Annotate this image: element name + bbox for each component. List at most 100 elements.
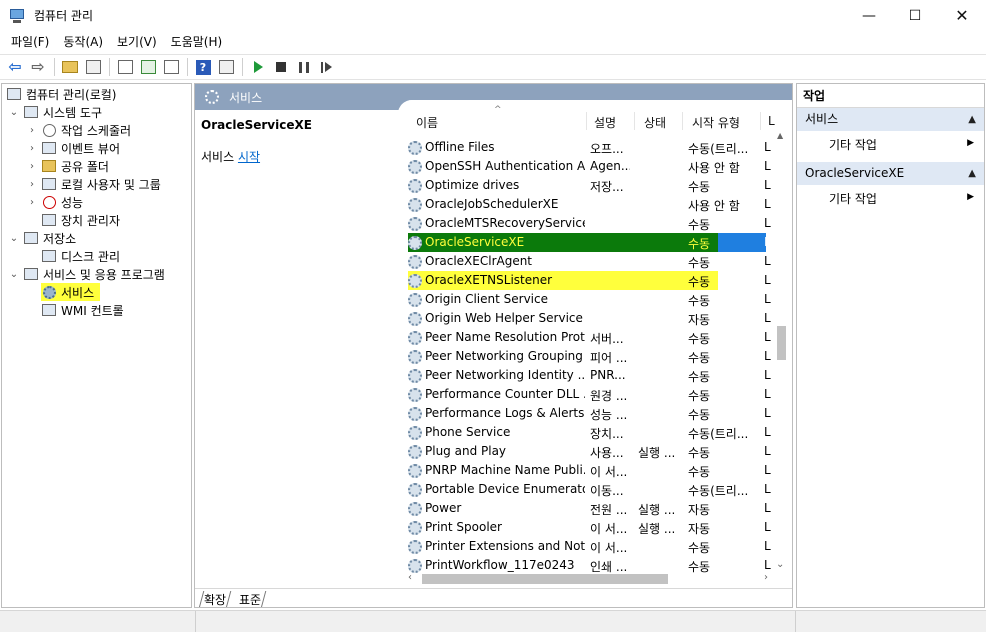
table-row[interactable]: OracleJobSchedulerXE 사용 안 함L: [408, 195, 771, 214]
menu-file[interactable]: 파일(F): [4, 31, 56, 53]
table-row[interactable]: Plug and Play 사용... 실행 ... 수동 L: [408, 442, 771, 461]
column-startup-type[interactable]: 시작 유형: [692, 114, 740, 131]
table-row[interactable]: Peer Name Resolution Prot... 서버... 수동 L: [408, 328, 771, 347]
tree-item-root[interactable]: 컴퓨터 관리(로컬): [6, 85, 116, 103]
up-folder-button[interactable]: [59, 56, 81, 78]
tab-extended[interactable]: 확장: [198, 591, 232, 607]
scroll-up-icon[interactable]: ▲: [777, 131, 783, 140]
table-row[interactable]: Offline Files 오프... 수동(트리... L: [408, 138, 771, 157]
table-row[interactable]: Printer Extensions and Noti... 이 서... 수동 L: [408, 537, 771, 556]
table-row[interactable]: Portable Device Enumerato... 이동... 수동(트리..…: [408, 480, 771, 499]
tree-item-device-manager[interactable]: 장치 관리자: [41, 211, 120, 229]
tree-item-wmi[interactable]: WMI 컨트롤: [41, 301, 124, 319]
chevron-right-icon[interactable]: ›: [26, 161, 38, 172]
column-name[interactable]: 이름: [416, 114, 438, 131]
tree-item-system-tools[interactable]: ⌄ 시스템 도구: [8, 103, 102, 121]
gear-icon: [408, 388, 422, 402]
menu-action[interactable]: 동작(A): [56, 31, 110, 53]
tree-item-storage[interactable]: ⌄ 저장소: [8, 229, 76, 247]
forward-button[interactable]: ⇨: [27, 56, 49, 78]
show-action-pane-button[interactable]: [215, 56, 237, 78]
table-row[interactable]: Peer Networking Identity ... PNR... 수동 L: [408, 366, 771, 385]
table-row[interactable]: Optimize drives 저장... 수동 L: [408, 176, 771, 195]
chevron-down-icon[interactable]: ⌄: [8, 107, 20, 118]
tree-item-shared-folders[interactable]: › 공유 폴더: [26, 157, 109, 175]
window-title: 컴퓨터 관리: [34, 9, 94, 23]
start-service-button[interactable]: [247, 56, 269, 78]
scroll-left-icon[interactable]: ‹: [408, 572, 412, 583]
service-action-prefix: 서비스: [201, 150, 238, 164]
help-button[interactable]: ?: [192, 56, 214, 78]
chevron-down-icon[interactable]: ⌄: [8, 269, 20, 280]
minimize-button[interactable]: —: [846, 0, 892, 31]
tree-item-local-users[interactable]: › 로컬 사용자 및 그룹: [26, 175, 161, 193]
table-row[interactable]: OracleXEClrAgent 수동 L: [408, 252, 771, 271]
show-hide-tree-button[interactable]: [82, 56, 104, 78]
table-row[interactable]: Peer Networking Grouping 피어 ... 수동 L: [408, 347, 771, 366]
column-logon[interactable]: L: [768, 114, 775, 128]
table-row[interactable]: Performance Counter DLL ... 원경 ... 수동 L: [408, 385, 771, 404]
column-divider[interactable]: [634, 112, 635, 130]
chevron-right-icon[interactable]: ›: [26, 143, 38, 154]
table-row[interactable]: Origin Client Service 수동 L: [408, 290, 771, 309]
table-row[interactable]: PNRP Machine Name Publi... 이 서... 수동 L: [408, 461, 771, 480]
scroll-down-icon[interactable]: ⌄: [776, 559, 784, 570]
tree-item-event-viewer[interactable]: › 이벤트 뷰어: [26, 139, 120, 157]
tree-item-disk-management[interactable]: 디스크 관리: [41, 247, 120, 265]
column-divider[interactable]: [682, 112, 683, 130]
table-row[interactable]: Power 전원 ... 실행 ... 자동 L: [408, 499, 771, 518]
column-status[interactable]: 상태: [644, 114, 666, 131]
scroll-right-icon[interactable]: ›: [764, 572, 768, 583]
scroll-thumb[interactable]: [422, 574, 668, 584]
column-divider[interactable]: [760, 112, 761, 130]
actions-section-services[interactable]: 서비스 ▲: [797, 108, 984, 131]
start-service-link[interactable]: 시작: [238, 150, 260, 164]
properties-button[interactable]: [114, 56, 136, 78]
table-row[interactable]: OpenSSH Authentication A... Agen... 사용 안 함…: [408, 157, 771, 176]
collapse-icon[interactable]: ▲: [968, 108, 976, 131]
table-row[interactable]: OracleXETNSListener 수동 L: [408, 271, 771, 290]
service-startup-type: 수동(트리...: [688, 484, 749, 498]
table-row[interactable]: Print Spooler 이 서... 실행 ... 자동 L: [408, 518, 771, 537]
close-button[interactable]: ✕: [938, 0, 986, 31]
pause-service-button[interactable]: [293, 56, 315, 78]
tree-item-services[interactable]: 서비스: [41, 283, 101, 301]
maximize-button[interactable]: ☐: [892, 0, 938, 31]
tree-item-task-scheduler[interactable]: › 작업 스케줄러: [26, 121, 131, 139]
table-row[interactable]: Origin Web Helper Service 자동 L: [408, 309, 771, 328]
scroll-thumb[interactable]: [777, 326, 786, 360]
table-row[interactable]: Phone Service 장치... 수동(트리... L: [408, 423, 771, 442]
chevron-right-icon[interactable]: ›: [26, 197, 38, 208]
tree-item-services-apps[interactable]: ⌄ 서비스 및 응용 프로그램: [8, 265, 165, 283]
chevron-right-icon[interactable]: ›: [26, 125, 38, 136]
action-more-actions[interactable]: 기타 작업: [829, 190, 877, 207]
service-startup-type: 자동: [688, 313, 711, 327]
collapse-icon[interactable]: ▲: [968, 162, 976, 185]
horizontal-scrollbar[interactable]: ‹ ›: [408, 570, 768, 587]
column-divider[interactable]: [586, 112, 587, 130]
export-list-button[interactable]: [160, 56, 182, 78]
column-description[interactable]: 설명: [594, 114, 616, 131]
tab-standard[interactable]: 표준: [234, 591, 267, 607]
actions-section-oracle[interactable]: OracleServiceXE ▲: [797, 162, 984, 185]
refresh-button[interactable]: [137, 56, 159, 78]
restart-service-button[interactable]: [316, 56, 338, 78]
table-row[interactable]: OracleServiceXE 수동 L: [408, 233, 771, 252]
vertical-scrollbar[interactable]: ▲ ⌄: [773, 130, 790, 570]
gear-icon: [408, 160, 422, 174]
action-more-actions[interactable]: 기타 작업: [829, 136, 877, 153]
back-button[interactable]: ⇦: [4, 56, 26, 78]
chevron-right-icon[interactable]: ›: [26, 179, 38, 190]
table-row[interactable]: OracleMTSRecoveryService 수동 L: [408, 214, 771, 233]
service-name: Print Spooler: [425, 520, 502, 534]
service-action: 서비스 시작: [201, 148, 260, 165]
title-bar: 컴퓨터 관리 — ☐ ✕: [0, 0, 986, 31]
stop-service-button[interactable]: [270, 56, 292, 78]
menu-help[interactable]: 도움말(H): [164, 31, 230, 53]
service-name: Power: [425, 501, 462, 515]
tree-item-performance[interactable]: › 성능: [26, 193, 83, 211]
service-startup-type: 수동(트리...: [688, 142, 749, 156]
menu-view[interactable]: 보기(V): [110, 31, 164, 53]
chevron-down-icon[interactable]: ⌄: [8, 233, 20, 244]
table-row[interactable]: Performance Logs & Alerts 성능 ... 수동 L: [408, 404, 771, 423]
